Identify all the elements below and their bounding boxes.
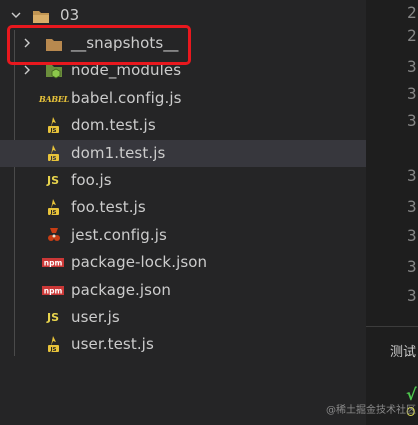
chevron-down-icon[interactable] [11,10,21,20]
line-number: 2 [407,26,417,45]
file-label: user.test.js [71,335,154,353]
file-label: babel.config.js [71,89,182,107]
line-number: 3 [407,111,417,130]
js-icon: JS [46,310,59,324]
js-icon: JS [46,173,59,187]
chevron-right-icon[interactable] [22,65,32,75]
svg-text:npm: npm [44,286,63,295]
svg-text:JS: JS [49,210,56,216]
svg-text:JS: JS [49,156,56,162]
file-row-user-test[interactable]: JS user.test.js [0,331,366,358]
npm-icon: npm [42,256,64,268]
folder-open-icon [32,7,50,25]
file-explorer: 03 __snapshots__ node_modules BABEL babe… [0,0,366,424]
file-row-dom-test[interactable]: JS dom.test.js [0,112,366,139]
panel-tab-test[interactable]: 测试 [390,341,416,360]
svg-text:JS: JS [49,347,56,353]
watermark: @稀土掘金技术社区 [326,405,416,416]
babel-icon: BABEL [39,94,69,104]
file-row-package-lock[interactable]: npm package-lock.json [0,249,366,276]
jest-test-icon: JS [45,116,63,134]
file-row-babel-config[interactable]: BABEL babel.config.js [0,85,366,112]
jest-test-icon: JS [45,144,63,162]
file-row-foo[interactable]: JS foo.js [0,167,366,194]
file-label: package.json [71,281,171,299]
folder-label: 03 [60,6,80,24]
svg-text:npm: npm [44,258,63,267]
file-row-package-json[interactable]: npm package.json [0,277,366,304]
file-label: foo.test.js [71,198,146,216]
file-label: jest.config.js [71,226,167,244]
npm-icon: npm [42,284,64,296]
file-label: foo.js [71,171,112,189]
file-row-dom1-test[interactable]: JS dom1.test.js [0,140,366,167]
line-number: 3 [407,197,417,216]
file-label: dom1.test.js [71,144,166,162]
jest-test-icon: JS [45,335,63,353]
line-number: 3 [407,286,417,305]
line-number: 3 [407,226,417,245]
line-number: 3 [407,84,417,103]
file-row-user[interactable]: JS user.js [0,304,366,331]
line-number: 3 [407,166,417,185]
file-row-jest-config[interactable]: jest.config.js [0,222,366,249]
svg-text:JS: JS [49,128,56,134]
line-number: 3 [407,257,417,276]
file-row-foo-test[interactable]: JS foo.test.js [0,194,366,221]
annotation-highlight-box [7,25,191,65]
jest-test-icon: JS [45,198,63,216]
file-label: user.js [71,308,120,326]
file-label: package-lock.json [71,253,208,271]
line-number: 2 [407,3,417,22]
jest-config-icon [45,226,63,244]
file-label: dom.test.js [71,116,156,134]
line-number: 3 [407,57,417,76]
